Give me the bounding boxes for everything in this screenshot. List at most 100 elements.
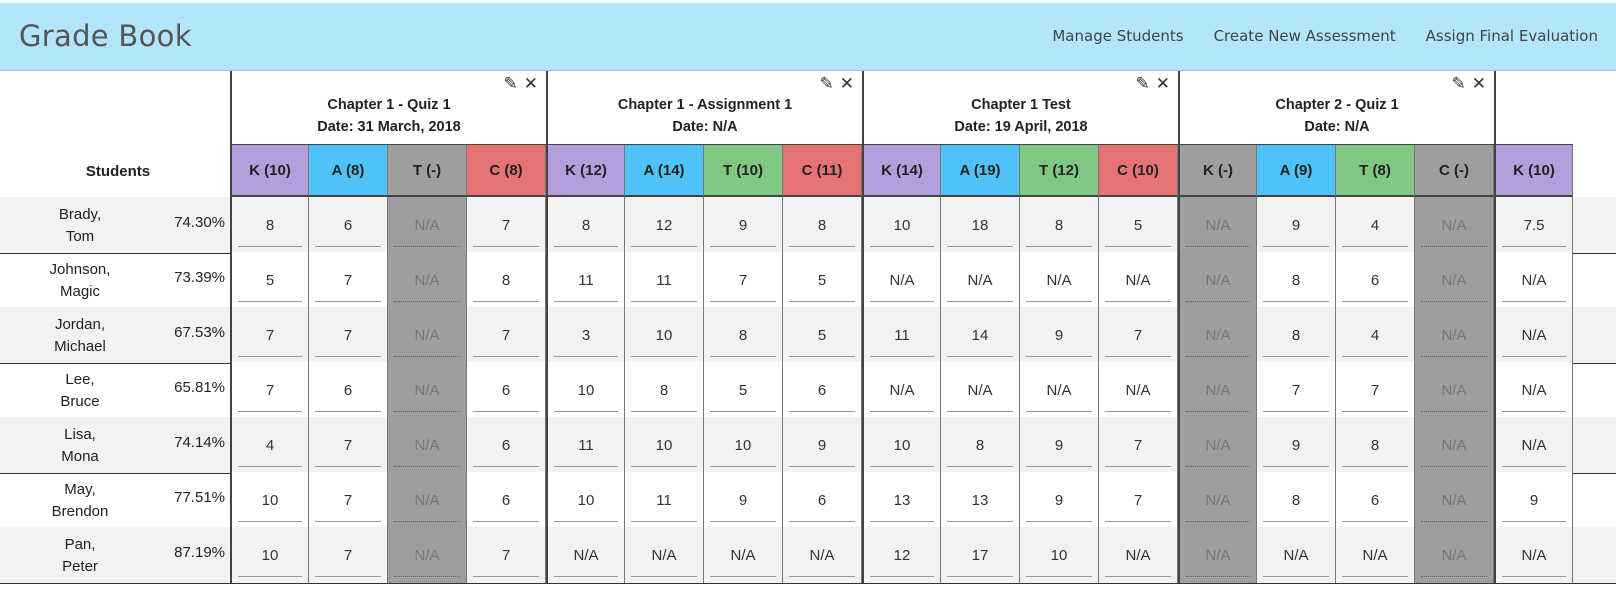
grade-input[interactable]: 4: [1336, 307, 1415, 363]
grade-input[interactable]: 12: [862, 527, 941, 583]
column-header[interactable]: C (8): [467, 145, 546, 197]
grade-input[interactable]: 8: [1257, 307, 1336, 363]
grade-input[interactable]: 10: [862, 197, 941, 253]
grade-input[interactable]: 6: [467, 472, 546, 528]
grade-input[interactable]: 10: [546, 362, 625, 418]
grade-input[interactable]: N/A: [941, 362, 1020, 418]
grade-input[interactable]: 7: [467, 307, 546, 363]
grade-input[interactable]: 13: [862, 472, 941, 528]
grade-input[interactable]: 7: [309, 307, 388, 363]
grade-input[interactable]: N/A: [1494, 417, 1573, 473]
grade-input[interactable]: 5: [783, 307, 862, 363]
grade-input[interactable]: 8: [1257, 252, 1336, 308]
grade-input[interactable]: 7: [1099, 417, 1178, 473]
grade-input[interactable]: 11: [862, 307, 941, 363]
column-header[interactable]: T (10): [704, 145, 783, 197]
grade-input[interactable]: 8: [230, 197, 309, 253]
grade-input[interactable]: 8: [546, 197, 625, 253]
grade-input[interactable]: 10: [546, 472, 625, 528]
grade-input[interactable]: 7: [467, 197, 546, 253]
grade-input[interactable]: 6: [1336, 472, 1415, 528]
grade-input[interactable]: N/A: [1020, 362, 1099, 418]
grade-input[interactable]: N/A: [1257, 527, 1336, 583]
edit-pencil-icon[interactable]: ✎: [820, 74, 834, 94]
manage-students-link[interactable]: Manage Students: [1052, 27, 1183, 45]
grade-input[interactable]: 10: [1020, 527, 1099, 583]
grade-input[interactable]: 9: [1257, 197, 1336, 253]
column-header[interactable]: C (11): [783, 145, 862, 197]
grade-input[interactable]: 10: [862, 417, 941, 473]
grade-input[interactable]: 11: [546, 417, 625, 473]
grade-input[interactable]: 7: [704, 252, 783, 308]
grade-input[interactable]: 8: [1020, 197, 1099, 253]
grade-input[interactable]: N/A: [1020, 252, 1099, 308]
grade-input[interactable]: 8: [467, 252, 546, 308]
column-header[interactable]: A (8): [309, 145, 388, 197]
grade-input[interactable]: 4: [1336, 197, 1415, 253]
grade-input[interactable]: 5: [1099, 197, 1178, 253]
grade-input[interactable]: 9: [1020, 417, 1099, 473]
column-header[interactable]: T (-): [388, 145, 467, 197]
grade-input[interactable]: N/A: [783, 527, 862, 583]
column-header[interactable]: T (12): [1020, 145, 1099, 197]
column-header[interactable]: K (10): [230, 145, 309, 197]
grade-input[interactable]: N/A: [1494, 527, 1573, 583]
grade-input[interactable]: 11: [625, 252, 704, 308]
grade-input[interactable]: 11: [625, 472, 704, 528]
column-header[interactable]: K (12): [546, 145, 625, 197]
grade-input[interactable]: 7: [309, 252, 388, 308]
grade-input[interactable]: N/A: [1494, 252, 1573, 308]
grade-input[interactable]: 6: [783, 472, 862, 528]
grade-input[interactable]: 10: [704, 417, 783, 473]
assign-final-evaluation-link[interactable]: Assign Final Evaluation: [1426, 27, 1598, 45]
grade-input[interactable]: 18: [941, 197, 1020, 253]
edit-pencil-icon[interactable]: ✎: [504, 74, 518, 94]
edit-pencil-icon[interactable]: ✎: [1136, 74, 1150, 94]
grade-input[interactable]: N/A: [1099, 527, 1178, 583]
grade-input[interactable]: 7: [1099, 307, 1178, 363]
column-header[interactable]: K (14): [862, 145, 941, 197]
grade-input[interactable]: N/A: [1099, 252, 1178, 308]
grade-input[interactable]: N/A: [1336, 527, 1415, 583]
grade-input[interactable]: 6: [309, 197, 388, 253]
grade-input[interactable]: 9: [783, 417, 862, 473]
grade-input[interactable]: 10: [230, 527, 309, 583]
close-icon[interactable]: ✕: [1472, 74, 1486, 94]
column-header[interactable]: A (9): [1257, 145, 1336, 197]
create-new-assessment-link[interactable]: Create New Assessment: [1214, 27, 1396, 45]
column-header[interactable]: K (10): [1494, 145, 1573, 197]
column-header[interactable]: C (-): [1415, 145, 1494, 197]
grade-input[interactable]: N/A: [1494, 307, 1573, 363]
grade-input[interactable]: 6: [467, 417, 546, 473]
grade-input[interactable]: N/A: [1099, 362, 1178, 418]
grade-input[interactable]: 7: [230, 307, 309, 363]
column-header[interactable]: K (-): [1178, 145, 1257, 197]
grade-input[interactable]: 13: [941, 472, 1020, 528]
grade-input[interactable]: 4: [230, 417, 309, 473]
close-icon[interactable]: ✕: [840, 74, 854, 94]
grade-input[interactable]: 12: [625, 197, 704, 253]
grade-input[interactable]: 8: [1336, 417, 1415, 473]
grade-input[interactable]: 8: [941, 417, 1020, 473]
grade-input[interactable]: 7: [467, 527, 546, 583]
grade-input[interactable]: 5: [230, 252, 309, 308]
grade-input[interactable]: 10: [625, 307, 704, 363]
grade-input[interactable]: N/A: [625, 527, 704, 583]
grade-input[interactable]: 9: [704, 472, 783, 528]
grade-input[interactable]: N/A: [941, 252, 1020, 308]
grade-input[interactable]: 8: [783, 197, 862, 253]
grade-input[interactable]: 7: [1336, 362, 1415, 418]
column-header[interactable]: C (10): [1099, 145, 1178, 197]
grade-input[interactable]: 3: [546, 307, 625, 363]
grade-input[interactable]: 8: [625, 362, 704, 418]
grade-input[interactable]: 8: [704, 307, 783, 363]
grade-input[interactable]: 7: [1257, 362, 1336, 418]
grade-input[interactable]: 10: [230, 472, 309, 528]
grade-input[interactable]: 9: [1494, 472, 1573, 528]
grade-input[interactable]: 7: [1099, 472, 1178, 528]
grade-input[interactable]: 11: [546, 252, 625, 308]
close-icon[interactable]: ✕: [524, 74, 538, 94]
close-icon[interactable]: ✕: [1156, 74, 1170, 94]
grade-input[interactable]: 8: [1257, 472, 1336, 528]
grade-input[interactable]: 9: [1020, 472, 1099, 528]
